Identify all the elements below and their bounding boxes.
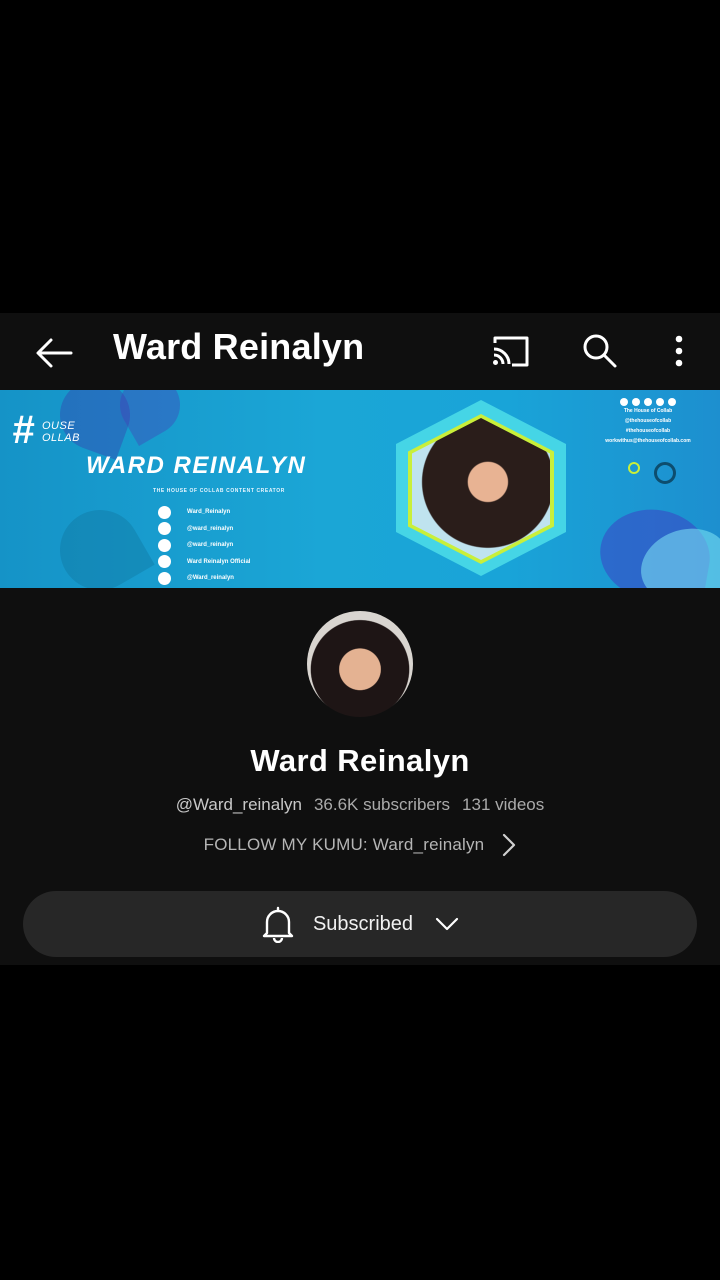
page-title: Ward Reinalyn — [113, 326, 365, 367]
back-arrow-icon — [36, 338, 73, 368]
facebook-icon — [158, 555, 171, 569]
tiktok-icon — [158, 522, 171, 536]
more-vert-icon — [675, 335, 683, 367]
tiktok-icon — [632, 398, 640, 406]
channel-description-text: FOLLOW MY KUMU: Ward_reinalyn — [203, 835, 485, 854]
instagram-icon — [158, 538, 171, 552]
banner-contact-line: workwithus@thehouseofcollab.com — [605, 438, 691, 444]
banner-leaf-decoration — [45, 495, 155, 588]
back-button[interactable] — [28, 327, 80, 379]
banner-social-item: @ward_reinalyn — [158, 537, 250, 554]
banner-social-item: Ward Reinalyn Official — [158, 554, 250, 571]
search-icon — [583, 334, 617, 368]
subscribed-label: Subscribed — [312, 912, 414, 935]
video-count: 131 videos — [462, 795, 545, 814]
channel-description-link[interactable]: FOLLOW MY KUMU: Ward_reinalyn — [0, 833, 720, 857]
search-button[interactable] — [574, 325, 626, 377]
banner-social-item: @Ward_reinalyn — [158, 570, 250, 587]
subscribed-button[interactable]: Subscribed — [23, 891, 697, 957]
twitter-icon — [668, 398, 676, 406]
banner-ring-decoration — [654, 462, 676, 484]
chevron-right-icon — [502, 833, 516, 857]
banner-social-list: Ward_Reinalyn @ward_reinalyn @ward_reina… — [158, 504, 250, 587]
youtube-icon — [158, 505, 171, 519]
chevron-down-icon — [435, 917, 459, 931]
more-options-button[interactable] — [654, 325, 704, 377]
banner-name: WARD REINALYN — [86, 452, 307, 479]
channel-avatar[interactable] — [307, 611, 413, 717]
instagram-icon — [644, 398, 652, 406]
banner-social-item: Ward_Reinalyn — [158, 504, 250, 521]
banner-contact-line: The House of Collab — [623, 408, 673, 414]
twitter-icon — [158, 571, 171, 585]
top-app-bar: Ward Reinalyn — [0, 313, 720, 390]
banner-contact-icons — [586, 398, 710, 406]
facebook-icon — [656, 398, 664, 406]
cast-icon — [493, 336, 529, 367]
banner-contact-block: The House of Collab @thehouseofcollab #t… — [586, 398, 710, 446]
banner-social-item: @ward_reinalyn — [158, 521, 250, 538]
subscriber-count: 36.6K subscribers — [313, 795, 451, 814]
channel-handle: @Ward_reinalyn — [175, 795, 302, 814]
channel-page: Ward Reinalyn # OUSE OLLAB WARD REINALYN… — [0, 313, 720, 965]
house-of-collab-logo: # OUSE OLLAB — [12, 408, 80, 452]
youtube-icon — [620, 398, 628, 406]
banner-contact-line: @thehouseofcollab — [624, 418, 672, 424]
banner-ring-decoration — [628, 462, 640, 474]
channel-meta: @Ward_reinalyn 36.6K subscribers 131 video… — [0, 795, 720, 815]
bell-icon — [262, 906, 294, 943]
cast-button[interactable] — [484, 325, 536, 377]
channel-banner: # OUSE OLLAB WARD REINALYN THE HOUSE OF … — [0, 390, 720, 588]
banner-contact-line: #thehouseofcollab — [625, 428, 671, 434]
banner-tagline: THE HOUSE OF COLLAB CONTENT CREATOR — [153, 488, 285, 494]
channel-name: Ward Reinalyn — [250, 743, 470, 778]
